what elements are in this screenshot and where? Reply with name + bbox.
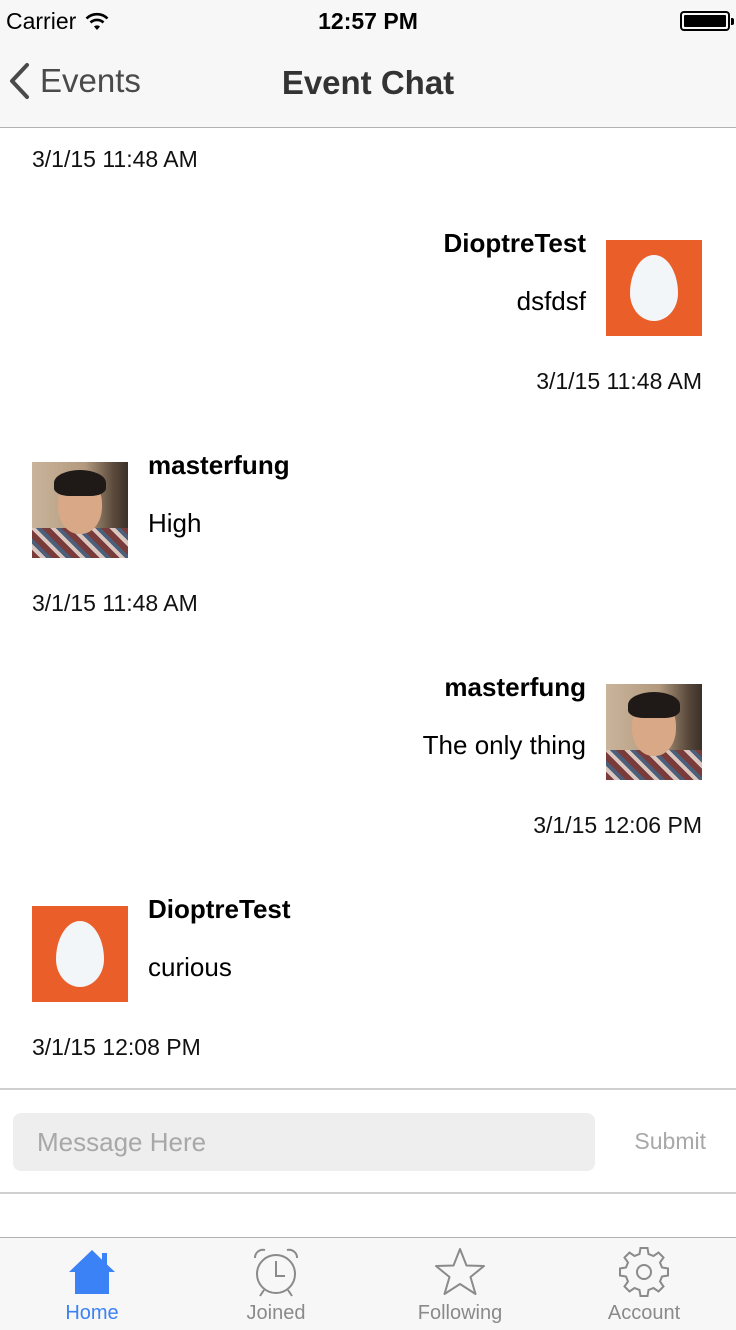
alarm-clock-icon bbox=[254, 1248, 298, 1297]
message-composer: Submit bbox=[0, 1088, 736, 1194]
message-sender: masterfung bbox=[148, 450, 290, 480]
egg-avatar-image bbox=[606, 240, 702, 336]
message-sender: DioptreTest bbox=[443, 228, 586, 258]
chat-message: DioptreTest dsfdsf bbox=[0, 228, 736, 350]
chat-list[interactable]: 3/1/15 11:48 AM DioptreTest dsfdsf 3/1/1… bbox=[0, 128, 736, 1088]
message-sender: masterfung bbox=[444, 672, 586, 702]
gear-icon bbox=[619, 1247, 669, 1297]
user-photo bbox=[32, 462, 128, 558]
status-bar: Carrier 12:57 PM bbox=[0, 0, 736, 40]
user-photo bbox=[606, 684, 702, 780]
timestamp: 3/1/15 12:06 PM bbox=[533, 812, 702, 838]
message-text: curious bbox=[148, 952, 232, 982]
message-text: The only thing bbox=[422, 730, 586, 760]
tab-account[interactable]: Account bbox=[552, 1238, 736, 1330]
status-time: 12:57 PM bbox=[318, 8, 418, 34]
avatar[interactable] bbox=[606, 240, 702, 336]
timestamp: 3/1/15 12:08 PM bbox=[32, 1034, 201, 1060]
tab-label: Account bbox=[607, 1302, 681, 1324]
chat-message: masterfung High bbox=[0, 450, 736, 572]
tab-joined[interactable]: Joined bbox=[184, 1238, 368, 1330]
navigation-bar: Events Event Chat bbox=[0, 40, 736, 128]
battery-icon bbox=[680, 11, 734, 31]
tab-bar: Home Joined Following Account bbox=[0, 1237, 736, 1330]
timestamp: 3/1/15 11:48 AM bbox=[32, 590, 198, 616]
message-input[interactable] bbox=[13, 1113, 595, 1171]
chat-message: DioptreTest curious bbox=[0, 894, 736, 1016]
page-title: Event Chat bbox=[281, 64, 455, 101]
tab-home[interactable]: Home bbox=[0, 1238, 184, 1330]
submit-button[interactable]: Submit bbox=[634, 1128, 706, 1155]
tab-label: Home bbox=[65, 1302, 119, 1324]
egg-avatar-image bbox=[32, 906, 128, 1002]
home-icon bbox=[69, 1250, 115, 1294]
avatar[interactable] bbox=[32, 906, 128, 1002]
avatar[interactable] bbox=[606, 684, 702, 780]
message-text: High bbox=[148, 508, 202, 538]
timestamp: 3/1/15 11:48 AM bbox=[32, 146, 198, 172]
message-sender: DioptreTest bbox=[148, 894, 291, 924]
star-icon bbox=[435, 1248, 485, 1295]
tab-label: Joined bbox=[246, 1302, 306, 1324]
timestamp: 3/1/15 11:48 AM bbox=[536, 368, 702, 394]
chat-message: masterfung The only thing bbox=[0, 672, 736, 794]
avatar[interactable] bbox=[32, 462, 128, 558]
message-text: dsfdsf bbox=[516, 286, 586, 316]
tab-label: Following bbox=[417, 1302, 503, 1324]
tab-following[interactable]: Following bbox=[368, 1238, 552, 1330]
